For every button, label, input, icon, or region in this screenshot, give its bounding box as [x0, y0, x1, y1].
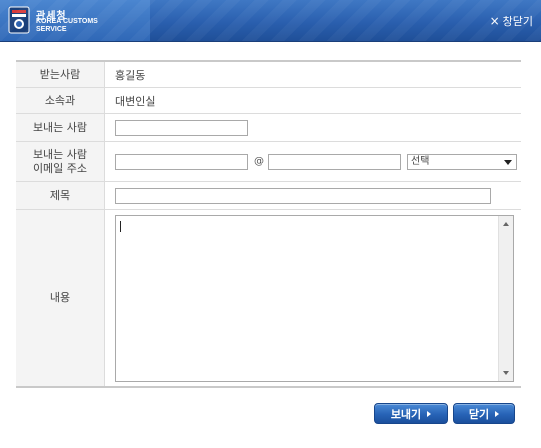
recipient-row: 받는사람 홍길동 [16, 62, 521, 88]
sender-email-label: 보내는 사람 이메일 주소 [16, 142, 105, 181]
logo-panel: 관세청 KOREA CUSTOMS SERVICE [0, 0, 150, 41]
logo-subtitle-line2: SERVICE [36, 26, 67, 33]
at-sign: @ [254, 156, 264, 167]
chevron-down-icon [504, 159, 512, 165]
content-textarea[interactable] [115, 214, 514, 382]
send-button-label: 보내기 [390, 407, 422, 421]
content-scrollbar[interactable] [498, 215, 513, 381]
email-domain-select-value: 선택 [411, 155, 430, 167]
scroll-down-icon[interactable] [503, 370, 509, 375]
play-arrow-icon [427, 410, 432, 417]
subject-label: 제목 [16, 182, 105, 209]
sender-name-input[interactable] [115, 119, 248, 136]
scroll-up-icon[interactable] [503, 221, 509, 226]
department-value: 대변인실 [115, 94, 156, 108]
sender-label: 보내는 사람 [16, 114, 105, 141]
department-row: 소속과 대변인실 [16, 88, 521, 114]
customs-emblem-icon [8, 6, 30, 34]
sender-email-label-line2: 이메일 주소 [32, 161, 88, 175]
recipient-label: 받는사람 [16, 62, 105, 87]
content-row: 내용 [16, 210, 521, 386]
department-label: 소속과 [16, 88, 105, 113]
email-local-input[interactable] [115, 153, 248, 170]
email-form: 받는사람 홍길동 소속과 대변인실 보내는 사람 보내는 사람 이메일 주소 @… [16, 60, 521, 388]
close-button[interactable]: 닫기 [453, 403, 515, 424]
text-caret [120, 220, 121, 232]
send-button[interactable]: 보내기 [374, 403, 448, 424]
window-header: 관세청 KOREA CUSTOMS SERVICE × 창닫기 [0, 0, 541, 42]
play-arrow-icon [495, 410, 500, 417]
sender-email-label-line1: 보내는 사람 [32, 147, 88, 161]
recipient-value: 홍길동 [115, 68, 146, 82]
sender-email-row: 보내는 사람 이메일 주소 @ 선택 [16, 142, 521, 182]
logo-subtitle-line1: KOREA CUSTOMS [36, 18, 98, 25]
close-window-label: 창닫기 [502, 15, 533, 28]
close-icon: × [489, 14, 500, 28]
sender-row: 보내는 사람 [16, 114, 521, 142]
email-domain-input[interactable] [268, 153, 401, 170]
content-label: 내용 [16, 210, 105, 386]
close-button-label: 닫기 [468, 407, 490, 421]
subject-input[interactable] [115, 187, 491, 204]
logo-subtitle: KOREA CUSTOMS SERVICE [36, 18, 98, 34]
close-window-button[interactable]: × 창닫기 [490, 13, 533, 29]
email-domain-select[interactable]: 선택 [407, 153, 517, 170]
subject-row: 제목 [16, 182, 521, 210]
